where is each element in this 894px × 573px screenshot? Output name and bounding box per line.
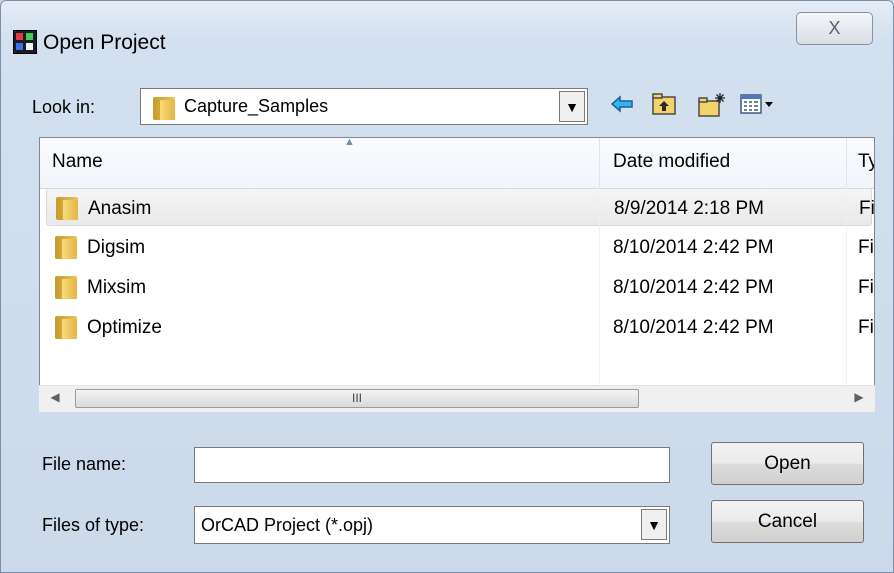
back-arrow-icon[interactable] bbox=[607, 91, 637, 121]
scroll-left-icon[interactable]: ◀ bbox=[43, 390, 67, 404]
files-of-type-dropdown[interactable]: OrCAD Project (*.opj) ▼ bbox=[194, 506, 670, 544]
new-folder-icon[interactable] bbox=[697, 91, 727, 121]
open-project-dialog: Open Project X Look in: Capture_Samples … bbox=[0, 0, 894, 573]
scrollbar-thumb[interactable]: III bbox=[75, 389, 639, 408]
look-in-dropdown[interactable]: Capture_Samples ▼ bbox=[140, 88, 588, 125]
files-of-type-label: Files of type: bbox=[42, 515, 145, 535]
up-folder-icon[interactable] bbox=[649, 91, 679, 121]
item-type: Fi bbox=[858, 237, 874, 258]
item-type: Fi bbox=[858, 317, 874, 338]
folder-icon bbox=[55, 273, 77, 299]
horizontal-scrollbar[interactable]: ◀ III ▶ bbox=[39, 385, 875, 412]
list-item[interactable]: Optimize 8/10/2014 2:42 PM Fi bbox=[40, 308, 874, 346]
item-date: 8/9/2014 2:18 PM bbox=[614, 198, 764, 219]
list-item[interactable]: Mixsim 8/10/2014 2:42 PM Fi bbox=[40, 268, 874, 306]
column-name[interactable]: Name bbox=[52, 151, 103, 173]
grip-icon: III bbox=[351, 391, 362, 405]
app-icon bbox=[13, 30, 37, 54]
close-button[interactable]: X bbox=[796, 12, 873, 45]
item-date: 8/10/2014 2:42 PM bbox=[613, 317, 774, 338]
column-header: ▲ Name Date modified Ty bbox=[40, 137, 874, 189]
item-name: Anasim bbox=[88, 198, 152, 219]
files-of-type-value: OrCAD Project (*.opj) bbox=[201, 515, 374, 535]
list-item[interactable]: Digsim 8/10/2014 2:42 PM Fi bbox=[40, 228, 874, 266]
item-name: Mixsim bbox=[87, 277, 147, 298]
column-type[interactable]: Ty bbox=[858, 151, 874, 173]
open-button[interactable]: Open bbox=[711, 442, 864, 485]
scroll-right-icon[interactable]: ▶ bbox=[847, 390, 871, 404]
file-name-input[interactable] bbox=[194, 447, 670, 483]
item-name: Optimize bbox=[87, 317, 162, 338]
look-in-label: Look in: bbox=[32, 97, 96, 117]
close-icon: X bbox=[828, 18, 841, 38]
folder-icon bbox=[56, 194, 78, 220]
view-menu-icon[interactable] bbox=[739, 91, 779, 121]
sort-ascending-icon: ▲ bbox=[344, 137, 355, 148]
list-item[interactable]: Anasim 8/9/2014 2:18 PM Fi bbox=[46, 188, 875, 226]
file-name-label: File name: bbox=[42, 454, 127, 474]
folder-icon bbox=[55, 233, 77, 259]
window-title: Open Project bbox=[43, 31, 166, 54]
folder-icon bbox=[153, 94, 175, 120]
column-date-modified[interactable]: Date modified bbox=[613, 151, 730, 173]
item-date: 8/10/2014 2:42 PM bbox=[613, 237, 774, 258]
cancel-button[interactable]: Cancel bbox=[711, 500, 864, 543]
look-in-value: Capture_Samples bbox=[184, 96, 329, 116]
file-list[interactable]: ▲ Name Date modified Ty Anasim 8/9/2014 … bbox=[39, 137, 875, 412]
chevron-down-icon[interactable]: ▼ bbox=[641, 509, 667, 540]
item-date: 8/10/2014 2:42 PM bbox=[613, 277, 774, 298]
item-type: Fi bbox=[859, 198, 875, 219]
item-type: Fi bbox=[858, 277, 874, 298]
title-bar[interactable]: Open Project X bbox=[1, 1, 893, 77]
folder-icon bbox=[55, 313, 77, 339]
chevron-down-icon[interactable]: ▼ bbox=[559, 91, 585, 122]
item-name: Digsim bbox=[87, 237, 146, 258]
